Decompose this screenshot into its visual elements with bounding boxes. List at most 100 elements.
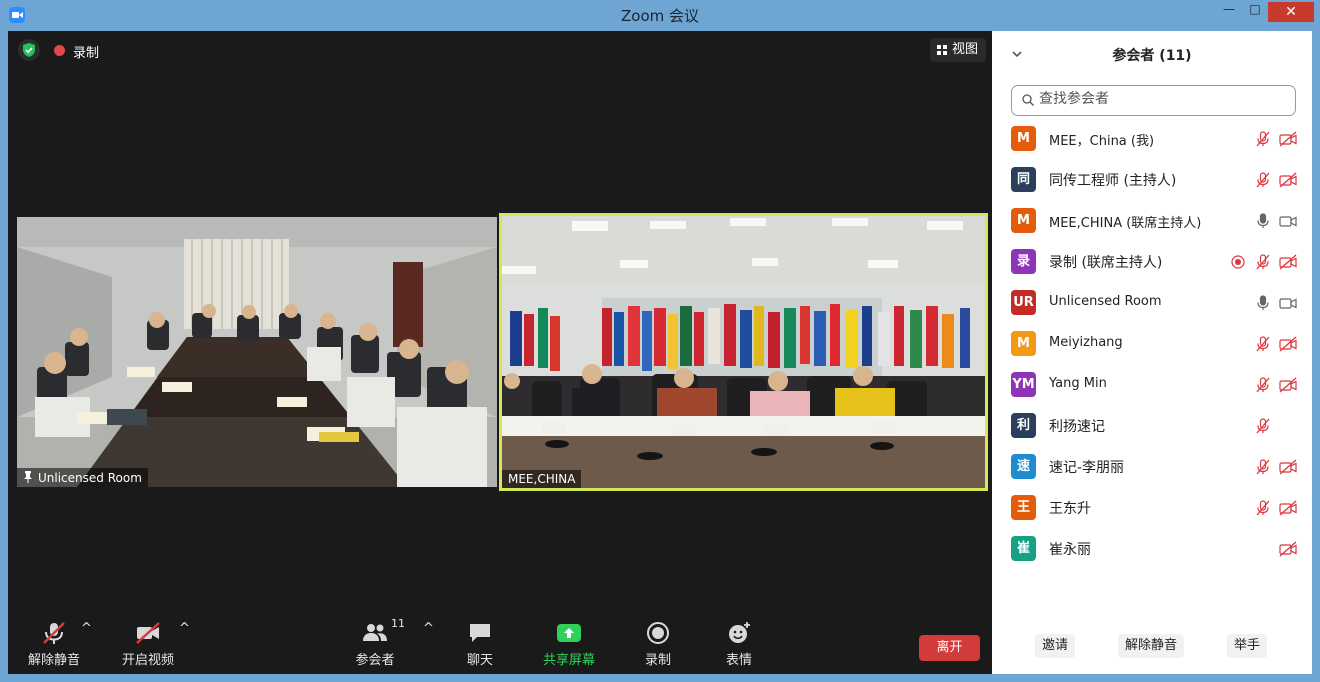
video-options-caret[interactable]: ^ — [179, 621, 190, 636]
avatar: M — [1011, 208, 1036, 233]
video-off-icon[interactable] — [1279, 336, 1297, 352]
grid-view-icon — [937, 45, 947, 55]
video-off-icon[interactable] — [1279, 459, 1297, 475]
avatar: 崔 — [1011, 536, 1036, 561]
reactions-label: 表情 — [725, 653, 752, 668]
video-off-icon[interactable] — [1279, 377, 1297, 393]
recording-indicator-icon — [54, 45, 65, 56]
participant-name: MEE,CHINA (联席主持人) — [1049, 216, 1202, 231]
muted-mic-icon[interactable] — [1254, 172, 1272, 188]
record-button[interactable]: 录制 — [638, 621, 678, 668]
participant-row[interactable]: YM Yang Min — [992, 365, 1312, 406]
unmute-label: 解除静音 — [27, 653, 80, 668]
participant-row[interactable]: M Meiyizhang — [992, 324, 1312, 365]
recording-label: 录制 — [73, 46, 100, 61]
participants-label: 参会者 — [355, 653, 395, 668]
tile-name-text: MEE,CHINA — [508, 472, 576, 486]
mic-icon[interactable] — [1254, 295, 1272, 311]
reactions-button[interactable]: 表情 — [719, 621, 759, 668]
participant-name: 录制 (联席主持人) — [1049, 255, 1163, 271]
flag-hall-video-frame — [502, 216, 985, 488]
participant-name: Unlicensed Room — [1049, 294, 1162, 309]
close-button[interactable]: ✕ — [1268, 2, 1314, 22]
chat-button[interactable]: 聊天 — [460, 621, 500, 668]
participants-count-badge: 11 — [391, 617, 405, 630]
participant-name: 同传工程师 (主持人) — [1049, 173, 1177, 189]
start-video-label: 开启视频 — [121, 653, 174, 668]
video-off-icon — [136, 622, 160, 644]
participant-search-box[interactable] — [1011, 85, 1296, 116]
avatar: 王 — [1011, 495, 1036, 520]
encryption-shield-icon[interactable] — [18, 39, 40, 61]
conference-room-video-frame — [17, 217, 497, 487]
participants-panel-title: 参会者 (11) — [1112, 48, 1192, 64]
unmute-button[interactable]: 解除静音 — [24, 621, 84, 668]
minimize-button[interactable]: — — [1216, 2, 1242, 22]
muted-mic-icon[interactable] — [1254, 500, 1272, 516]
record-label: 录制 — [644, 653, 671, 668]
video-camera-icon[interactable] — [1279, 213, 1297, 229]
video-camera-icon[interactable] — [1279, 295, 1297, 311]
chat-icon — [470, 624, 490, 642]
avatar: 录 — [1011, 249, 1036, 274]
participant-name: Yang Min — [1049, 376, 1107, 391]
participant-search-input[interactable] — [1039, 91, 1279, 107]
participants-panel: 参会者 (11) M MEE，China (我) 同同传工程师 (主持人) M MEE,… — [992, 31, 1312, 674]
participant-name: 速记-李朋丽 — [1049, 460, 1125, 476]
participant-row[interactable]: UR Unlicensed Room — [992, 283, 1312, 324]
muted-mic-icon[interactable] — [1254, 254, 1272, 270]
participant-name: Meiyizhang — [1049, 335, 1123, 350]
tile-name-label: Unlicensed Room — [17, 468, 148, 487]
maximize-button[interactable]: □ — [1242, 2, 1268, 22]
muted-mic-icon[interactable] — [1254, 418, 1272, 434]
participant-row[interactable]: M MEE，China (我) — [992, 119, 1312, 160]
invite-button[interactable]: 邀请 — [1035, 634, 1075, 658]
audio-options-caret[interactable]: ^ — [81, 621, 92, 636]
view-button[interactable]: 视图 — [930, 38, 986, 62]
video-tile-unlicensed-room[interactable]: Unlicensed Room — [17, 217, 497, 487]
avatar: YM — [1011, 372, 1036, 397]
participant-row[interactable]: M MEE,CHINA (联席主持人) — [992, 201, 1312, 242]
participant-name: MEE，China (我) — [1049, 134, 1155, 149]
video-off-icon[interactable] — [1279, 131, 1297, 147]
video-off-icon[interactable] — [1279, 541, 1297, 557]
participant-row[interactable]: 同同传工程师 (主持人) — [992, 160, 1312, 201]
participants-icon — [363, 624, 387, 641]
participant-row[interactable]: 录录制 (联席主持人) — [992, 242, 1312, 283]
view-button-label: 视图 — [952, 42, 979, 57]
video-tile-mee-china[interactable]: MEE,CHINA — [499, 213, 988, 491]
share-screen-icon — [557, 624, 581, 642]
share-screen-label: 共享屏幕 — [542, 653, 595, 668]
share-screen-button[interactable]: 共享屏幕 — [538, 621, 600, 668]
participant-name: 王东升 — [1049, 501, 1091, 517]
pin-icon — [24, 471, 32, 483]
muted-mic-icon[interactable] — [1254, 336, 1272, 352]
participants-options-caret[interactable]: ^ — [423, 621, 434, 636]
leave-meeting-button[interactable]: 离开 — [919, 635, 980, 661]
start-video-button[interactable]: 开启视频 — [118, 621, 178, 668]
participant-row[interactable]: 利利扬速记 — [992, 406, 1312, 447]
mic-icon[interactable] — [1254, 213, 1272, 229]
unmute-me-button[interactable]: 解除静音 — [1118, 634, 1184, 658]
participant-row[interactable]: 崔崔永丽 — [992, 529, 1312, 570]
participant-row[interactable]: 王王东升 — [992, 488, 1312, 529]
avatar: UR — [1011, 290, 1036, 315]
muted-mic-icon[interactable] — [1254, 377, 1272, 393]
recording-status-icon — [1231, 255, 1245, 269]
tile-name-label: MEE,CHINA — [502, 470, 582, 488]
raise-hand-button[interactable]: 举手 — [1227, 634, 1267, 658]
video-off-icon[interactable] — [1279, 500, 1297, 516]
participant-row[interactable]: 速速记-李朋丽 — [992, 447, 1312, 488]
video-off-icon[interactable] — [1279, 254, 1297, 270]
chat-label: 聊天 — [466, 653, 493, 668]
tile-name-text: Unlicensed Room — [38, 471, 142, 485]
participant-name: 崔永丽 — [1049, 542, 1091, 558]
meeting-toolbar: 解除静音 ^ 开启视频 ^ 参会者 11 ^ 聊天 共享屏幕 录制 表情 离开 — [8, 611, 992, 674]
muted-mic-icon[interactable] — [1254, 459, 1272, 475]
video-off-icon[interactable] — [1279, 172, 1297, 188]
muted-mic-icon[interactable] — [1254, 131, 1272, 147]
avatar: M — [1011, 331, 1036, 356]
muted-microphone-icon — [43, 622, 65, 644]
reactions-smiley-icon — [729, 622, 750, 643]
zoom-window: Zoom 会议 — □ ✕ 录制 视图 Unlicensed Room MEE,… — [0, 0, 1320, 682]
